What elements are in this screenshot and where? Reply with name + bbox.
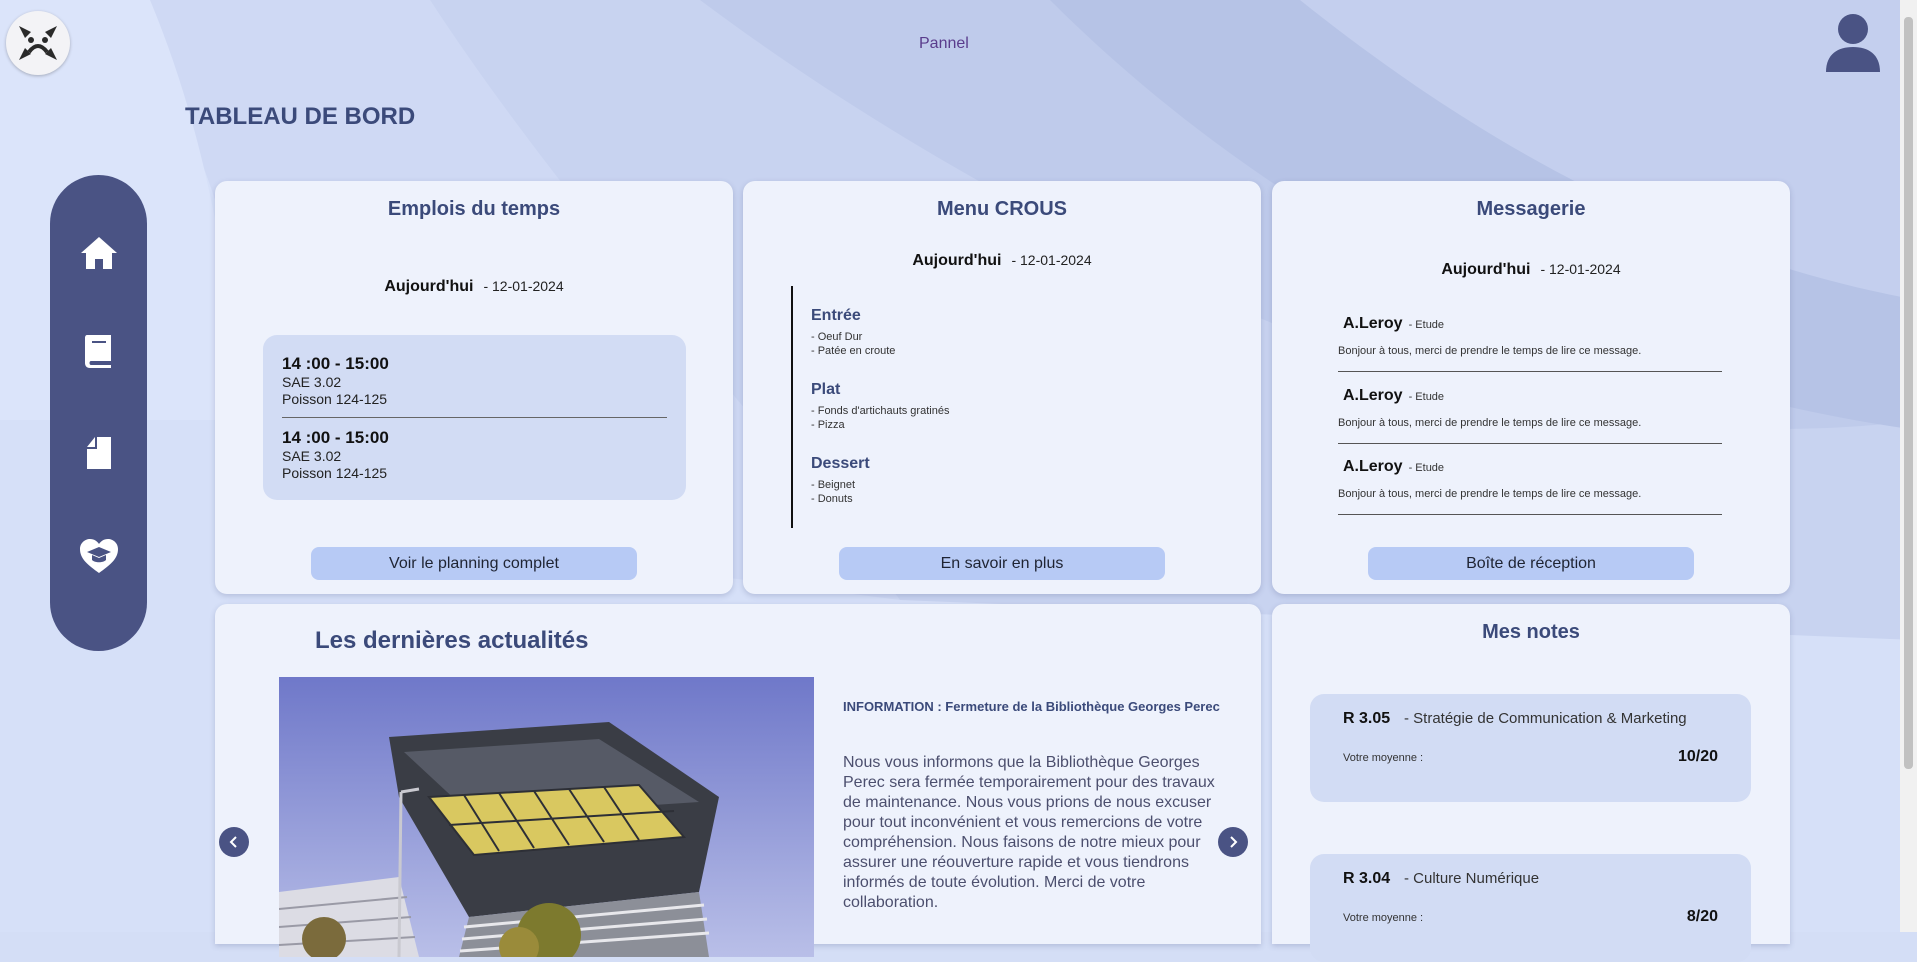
menu-item: - Donuts	[811, 493, 853, 505]
inbox-button[interactable]: Boîte de réception	[1368, 547, 1694, 580]
document-icon	[87, 437, 111, 469]
home-icon	[81, 237, 117, 269]
chevron-right-icon	[1230, 836, 1238, 848]
message-author: A.Leroy	[1343, 458, 1403, 475]
schedule-date-line: Aujourd'hui - 12-01-2024	[215, 278, 733, 296]
menu-section-dessert: Dessert - Beignet - Donuts	[811, 455, 870, 506]
full-schedule-button[interactable]: Voir le planning complet	[311, 547, 637, 580]
message-tag: - Etude	[1408, 391, 1445, 403]
schedule-card: Emplois du temps Aujourd'hui - 12-01-2024…	[215, 181, 733, 594]
messages-card: Messagerie Aujourd'hui - 12-01-2024 A.Ler…	[1272, 181, 1790, 594]
grade-average-label: Votre moyenne :	[1343, 752, 1424, 764]
logo-icon	[12, 17, 64, 69]
message-divider	[1338, 443, 1722, 444]
messages-date: - 12-01-2024	[1540, 261, 1621, 277]
news-headline: INFORMATION : Fermeture de la Bibliothèq…	[843, 699, 1220, 714]
message-item[interactable]: A.Leroy - Etude Bonjour à tous, merci de …	[1338, 458, 1722, 515]
slot-time: 14 :00 - 15:00	[282, 354, 389, 373]
menu-date-line: Aujourd'hui - 12-01-2024	[743, 252, 1261, 270]
slot-room: Poisson 124-125	[282, 391, 388, 407]
menu-date: - 12-01-2024	[1011, 252, 1092, 268]
news-title: Les dernières actualités	[315, 627, 589, 654]
message-preview: Bonjour à tous, merci de prendre le temp…	[1338, 417, 1642, 429]
message-author: A.Leroy	[1343, 315, 1403, 332]
grades-card: Mes notes R 3.05 - Stratégie de Communic…	[1272, 604, 1790, 962]
menu-item: - Patée en croute	[811, 345, 896, 357]
menu-section-main: Plat - Fonds d'artichauts gratinés - Piz…	[811, 381, 949, 432]
graduation-heart-icon	[80, 539, 118, 573]
menu-section-heading: Entrée	[811, 307, 861, 324]
grade-value: 10/20	[1677, 748, 1718, 765]
news-body: Nous vous informons que la Bibliothèque …	[843, 754, 1215, 911]
menu-divider-line	[791, 286, 793, 528]
message-divider	[1338, 371, 1722, 372]
menu-card: Menu CROUS Aujourd'hui - 12-01-2024 Entré…	[743, 181, 1261, 594]
slot-room: Poisson 124-125	[282, 465, 388, 481]
sidebar-item-documents[interactable]	[76, 430, 122, 476]
schedule-slot[interactable]: 14 :00 - 15:00 SAE 3.02 Poisson 124-125	[282, 354, 667, 408]
message-preview: Bonjour à tous, merci de prendre le temp…	[1338, 345, 1642, 357]
schedule-title: Emplois du temps	[387, 198, 561, 220]
message-tag: - Etude	[1408, 319, 1445, 331]
menu-item: - Pizza	[811, 419, 845, 431]
message-author: A.Leroy	[1343, 387, 1403, 404]
chevron-left-icon	[229, 836, 237, 848]
slot-time: 14 :00 - 15:00	[282, 428, 389, 447]
news-next-button[interactable]	[1218, 827, 1248, 857]
messages-date-line: Aujourd'hui - 12-01-2024	[1272, 261, 1790, 279]
page-scrollbar[interactable]	[1900, 0, 1917, 932]
scrollbar-thumb[interactable]	[1904, 17, 1913, 769]
news-image	[279, 677, 814, 957]
grade-name: - Culture Numérique	[1404, 870, 1540, 887]
slot-course: SAE 3.02	[282, 374, 342, 390]
sidebar-item-campus[interactable]	[76, 533, 122, 579]
menu-item: - Beignet	[811, 479, 856, 491]
slot-course: SAE 3.02	[282, 448, 342, 464]
schedule-date: - 12-01-2024	[483, 278, 564, 294]
grade-average-label: Votre moyenne :	[1343, 912, 1424, 924]
grade-name: - Stratégie de Communication & Marketing	[1404, 710, 1687, 727]
message-item[interactable]: A.Leroy - Etude Bonjour à tous, merci de …	[1338, 315, 1722, 372]
menu-more-button[interactable]: En savoir en plus	[839, 547, 1165, 580]
sidebar-item-courses[interactable]	[76, 328, 122, 374]
message-divider	[1338, 514, 1722, 515]
menu-section-heading: Plat	[811, 381, 841, 398]
grade-value: 8/20	[1686, 908, 1718, 925]
schedule-slot[interactable]: 14 :00 - 15:00 SAE 3.02 Poisson 124-125	[282, 428, 667, 482]
slot-divider	[282, 417, 667, 418]
news-card: Les dernières actualités INFORMATION: F…	[215, 604, 1261, 957]
grade-code: R 3.05	[1343, 710, 1391, 727]
grade-item[interactable]: R 3.04 - Culture Numérique Votre moyenne…	[1310, 854, 1751, 962]
menu-section-starter: Entrée - Oeuf Dur - Patée en croute	[811, 307, 895, 358]
menu-title: Menu CROUS	[937, 198, 1067, 220]
menu-today-label: Aujourd'hui	[912, 252, 1002, 269]
grades-title: Mes notes	[1482, 621, 1580, 643]
news-prev-button[interactable]	[219, 827, 249, 857]
schedule-slots-box: 14 :00 - 15:00 SAE 3.02 Poisson 124-125 …	[263, 335, 686, 500]
schedule-today-label: Aujourd'hui	[384, 278, 474, 295]
message-tag: - Etude	[1408, 462, 1445, 474]
user-avatar-icon[interactable]	[1823, 12, 1883, 74]
grade-code: R 3.04	[1343, 870, 1391, 887]
page-title: TABLEAU DE BORD	[185, 103, 416, 130]
sidebar-item-home[interactable]	[76, 230, 122, 276]
app-logo[interactable]	[6, 11, 70, 75]
book-icon	[85, 335, 111, 368]
grade-item[interactable]: R 3.05 - Stratégie de Communication & Ma…	[1310, 694, 1751, 802]
menu-section-heading: Dessert	[811, 455, 870, 472]
menu-item: - Fonds d'artichauts gratinés	[811, 405, 950, 417]
panel-link[interactable]: Pannel	[919, 35, 969, 53]
messages-title: Messagerie	[1476, 198, 1586, 220]
message-preview: Bonjour à tous, merci de prendre le temp…	[1338, 488, 1642, 500]
sidebar-nav	[50, 175, 147, 651]
menu-item: - Oeuf Dur	[811, 331, 863, 343]
messages-today-label: Aujourd'hui	[1441, 261, 1531, 278]
message-item[interactable]: A.Leroy - Etude Bonjour à tous, merci de …	[1338, 387, 1722, 444]
